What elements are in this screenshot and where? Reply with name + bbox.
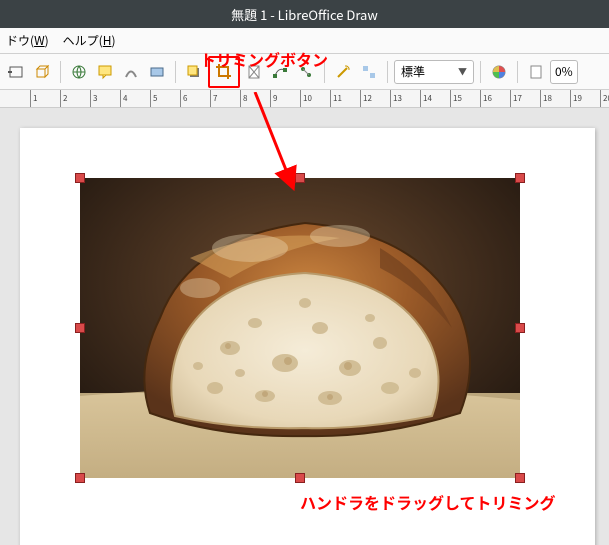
toolbar-button-6[interactable] [145, 60, 169, 84]
toolbar-separator [175, 61, 176, 83]
toggle-extrusion-button[interactable] [30, 60, 54, 84]
toolbar-separator [60, 61, 61, 83]
paragraph-style-value: 標準 [401, 63, 425, 80]
ruler-horizontal: 1 2 3 4 5 6 7 8 9 10 11 12 13 14 15 16 1… [0, 90, 609, 108]
annotation-crop-label: トリミングボタン [200, 47, 328, 71]
zoom-combo[interactable]: 0% [550, 60, 578, 84]
crop-handle-bottom-left[interactable] [75, 473, 85, 483]
crop-handle-bottom-right[interactable] [515, 473, 525, 483]
window-titlebar: 無題 1 - LibreOffice Draw [0, 0, 609, 28]
toolbar-separator [517, 61, 518, 83]
canvas-area[interactable] [0, 108, 609, 545]
crop-handle-bottom[interactable] [295, 473, 305, 483]
chevron-down-icon: ▼ [458, 65, 467, 78]
crop-handle-top-right[interactable] [515, 173, 525, 183]
toolbar-button-5[interactable] [119, 60, 143, 84]
insert-comment-button[interactable] [93, 60, 117, 84]
crop-handle-top[interactable] [295, 173, 305, 183]
crop-handle-right[interactable] [515, 323, 525, 333]
selected-image[interactable] [80, 178, 520, 478]
drawing-page[interactable] [20, 128, 595, 545]
zoom-value: 0% [555, 63, 573, 80]
paragraph-style-combo[interactable]: 標準 ▼ [394, 60, 474, 84]
crop-handle-left[interactable] [75, 323, 85, 333]
color-button[interactable] [487, 60, 511, 84]
toolbar-button-1[interactable] [4, 60, 28, 84]
window-title: 無題 1 - LibreOffice Draw [231, 5, 378, 24]
zoom-page-button[interactable] [524, 60, 548, 84]
toolbar-button-wand[interactable] [331, 60, 355, 84]
insert-hyperlink-button[interactable] [67, 60, 91, 84]
annotation-drag-hint: ハンドラをドラッグしてトリミング [300, 490, 556, 514]
toolbar-button-align[interactable] [357, 60, 381, 84]
toolbar-separator [387, 61, 388, 83]
crop-handle-top-left[interactable] [75, 173, 85, 183]
menu-help[interactable]: ヘルプ(H) [63, 32, 116, 49]
bread-image-content [80, 178, 520, 478]
menu-window[interactable]: ドウ(W) [6, 32, 49, 49]
toolbar-separator [480, 61, 481, 83]
